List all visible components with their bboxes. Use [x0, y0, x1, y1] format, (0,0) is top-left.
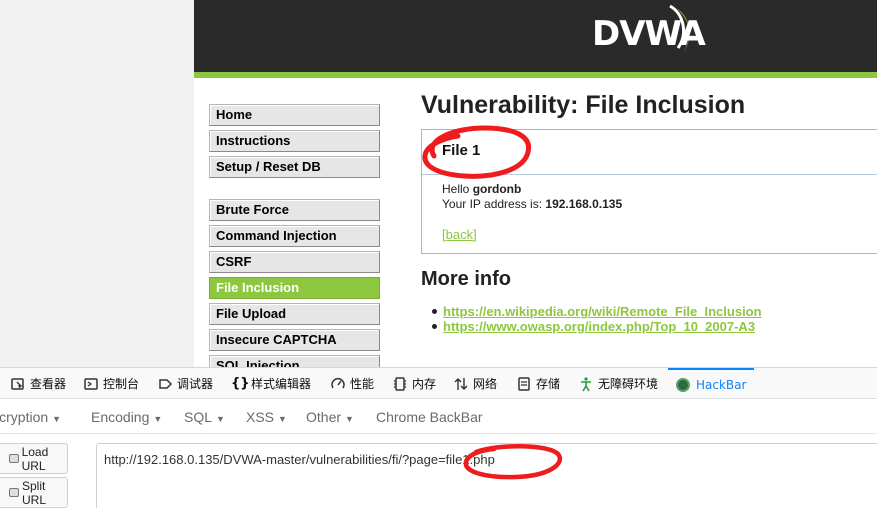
menu-label: XSS [246, 409, 275, 425]
tab-inspector[interactable]: 查看器 [10, 368, 66, 399]
tab-label: 存储 [536, 377, 561, 391]
menu-label: Encoding [91, 409, 150, 425]
list-item: https://www.owasp.org/index.php/Top_10_2… [432, 319, 762, 334]
url-textarea[interactable]: http://192.168.0.135/DVWA-master/vulnera… [96, 443, 877, 508]
load-url-label: Load URL [21, 444, 49, 473]
username: gordonb [472, 182, 522, 196]
split-url-label: Split URL [21, 478, 46, 507]
back-bracket-close: ] [473, 227, 477, 242]
back-line: [back] [442, 227, 477, 242]
menu-item-brute-force[interactable]: Brute Force [209, 199, 380, 221]
page-title: Vulnerability: File Inclusion [421, 91, 746, 119]
dvwa-page: DVWA Home Instructions Setup / Reset DB … [194, 0, 877, 367]
hackbar-menu-bar: Encryption▼ Encoding▼ SQL▼ XSS▼ Other▼ C… [0, 400, 877, 434]
back-link[interactable]: back [446, 227, 473, 242]
wikipedia-rfi-link[interactable]: https://en.wikipedia.org/wiki/Remote_Fil… [443, 304, 762, 319]
menu-item-sql-injection[interactable]: SQL Injection [209, 355, 380, 367]
caret-down-icon: ▼ [52, 414, 62, 424]
dvwa-header-accent-bar [194, 72, 877, 78]
tab-label: 性能 [350, 377, 375, 391]
list-item: https://en.wikipedia.org/wiki/Remote_Fil… [432, 304, 762, 319]
tab-console[interactable]: 控制台 [83, 368, 139, 399]
tab-label: 控制台 [103, 377, 140, 391]
debugger-icon [157, 376, 173, 392]
more-info-list: https://en.wikipedia.org/wiki/Remote_Fil… [432, 304, 762, 334]
menu-encoding[interactable]: Encoding ▼ [91, 409, 162, 425]
hackbar-body: Load URL Split URL http://192.168.0.135/… [0, 435, 877, 508]
ip-prefix: Your IP address is: [442, 197, 546, 211]
caret-down-icon: ▼ [345, 414, 354, 424]
tab-debugger[interactable]: 调试器 [157, 368, 213, 399]
tab-storage[interactable]: 存储 [516, 368, 560, 399]
accessibility-icon [578, 376, 594, 392]
load-url-button[interactable]: Load URL [0, 443, 68, 474]
menu-group-vulnerabilities: Brute Force Command Injection CSRF File … [209, 199, 380, 367]
menu-item-insecure-captcha[interactable]: Insecure CAPTCHA [209, 329, 380, 351]
tab-performance[interactable]: 性能 [330, 368, 374, 399]
tab-label: HackBar [696, 377, 747, 392]
ip-line: Your IP address is: 192.168.0.135 [442, 197, 622, 211]
hello-line: Hello gordonb [442, 182, 521, 196]
inspector-icon [10, 376, 26, 392]
hello-prefix: Hello [442, 182, 473, 196]
tab-label: 调试器 [177, 377, 214, 391]
caret-down-icon: ▼ [278, 414, 287, 424]
menu-item-command-injection[interactable]: Command Injection [209, 225, 380, 247]
menu-group-main: Home Instructions Setup / Reset DB [209, 104, 380, 182]
caret-down-icon: ▼ [216, 414, 225, 424]
load-url-icon [9, 454, 19, 463]
page-viewport: DVWA Home Instructions Setup / Reset DB … [0, 0, 877, 367]
caret-down-icon: ▼ [153, 414, 163, 424]
menu-label: Encryption [0, 409, 49, 425]
menu-xss[interactable]: XSS ▼ [246, 409, 287, 425]
menu-label: Other [306, 409, 342, 425]
split-url-button[interactable]: Split URL [0, 477, 68, 508]
hackbar-icon [676, 377, 690, 392]
dvwa-header [194, 0, 877, 72]
menu-sql[interactable]: SQL ▼ [184, 409, 225, 425]
menu-chrome-backbar[interactable]: Chrome BackBar [376, 409, 483, 425]
vulnerable-box-header [422, 130, 877, 175]
tab-style-editor[interactable]: {} 样式编辑器 [231, 368, 311, 399]
file-heading: File 1 [442, 142, 481, 159]
menu-item-file-upload[interactable]: File Upload [209, 303, 380, 325]
vulnerable-code-area: File 1 Hello gordonb Your IP address is:… [421, 129, 877, 254]
more-info-title: More info [421, 268, 511, 290]
browser-window: DVWA Home Instructions Setup / Reset DB … [0, 0, 877, 508]
tab-label: 无障碍环境 [598, 377, 659, 391]
menu-encryption[interactable]: Encryption▼ [0, 409, 61, 425]
tab-label: 样式编辑器 [251, 377, 312, 391]
tab-accessibility[interactable]: 无障碍环境 [578, 368, 658, 399]
console-icon [83, 376, 99, 392]
dvwa-logo[interactable]: DVWA [592, 14, 706, 54]
tab-hackbar[interactable]: HackBar [668, 368, 755, 399]
ip-address: 192.168.0.135 [545, 197, 623, 211]
tab-memory[interactable]: 内存 [392, 368, 436, 399]
tab-network[interactable]: 网络 [453, 368, 497, 399]
menu-item-home[interactable]: Home [209, 104, 380, 126]
menu-item-instructions[interactable]: Instructions [209, 130, 380, 152]
tab-label: 网络 [473, 377, 498, 391]
owasp-top10-link[interactable]: https://www.owasp.org/index.php/Top_10_2… [443, 319, 755, 334]
menu-item-csrf[interactable]: CSRF [209, 251, 380, 273]
menu-item-file-inclusion[interactable]: File Inclusion [209, 277, 380, 299]
menu-item-setup-reset-db[interactable]: Setup / Reset DB [209, 156, 380, 178]
split-url-icon [9, 488, 19, 497]
menu-other[interactable]: Other ▼ [306, 409, 354, 425]
network-icon [453, 376, 469, 392]
storage-icon [516, 376, 532, 392]
devtools-toolbar: 查看器 控制台 调试器 {} 样式编辑器 性能 内存 网络 存储 无障碍环境 H… [0, 367, 877, 399]
tab-label: 查看器 [30, 377, 67, 391]
style-editor-icon: {} [231, 375, 250, 391]
tab-label: 内存 [412, 377, 437, 391]
performance-icon [330, 376, 346, 392]
memory-icon [392, 376, 408, 392]
menu-label: SQL [184, 409, 213, 425]
